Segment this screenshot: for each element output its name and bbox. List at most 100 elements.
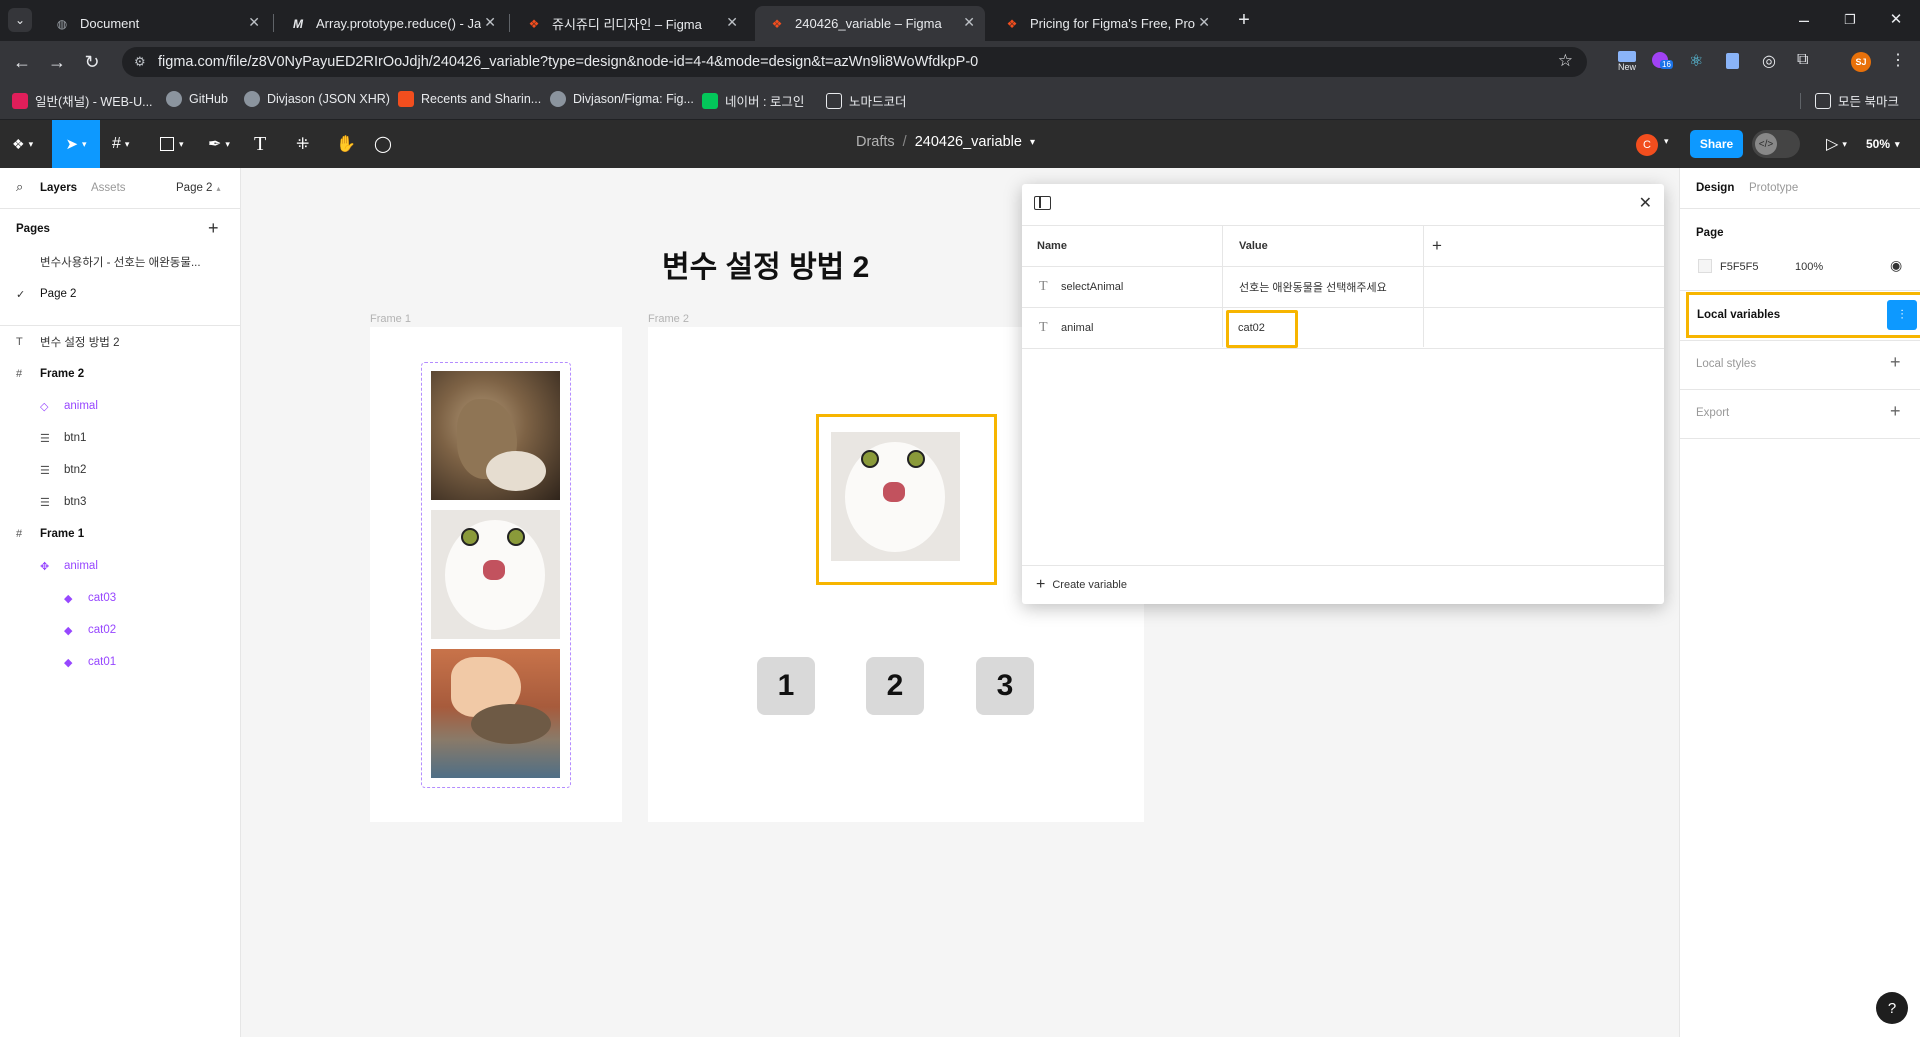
add-export-icon[interactable]: +	[1890, 401, 1901, 422]
frame-1[interactable]	[370, 327, 622, 822]
layer-item[interactable]: ◆ cat02	[0, 614, 240, 646]
close-icon[interactable]: ✕	[248, 14, 260, 31]
zoom-menu[interactable]: 50% ▾	[1866, 132, 1900, 156]
reload-button[interactable]: ↻	[80, 50, 104, 74]
file-name[interactable]: 240426_variable	[915, 134, 1022, 150]
variable-value[interactable]: 선호는 애완동물을 선택해주세요	[1239, 267, 1387, 307]
browser-menu-icon[interactable]: ⋮	[1890, 50, 1906, 70]
extension-new-icon[interactable]: New	[1615, 51, 1639, 73]
layer-item[interactable]: # Frame 2	[0, 358, 240, 390]
help-button[interactable]: ?	[1876, 992, 1908, 1024]
layer-item[interactable]: T 변수 설정 방법 2	[0, 326, 240, 358]
create-variable-button[interactable]: + Create variable	[1036, 576, 1127, 594]
close-icon[interactable]: ✕	[726, 14, 738, 31]
text-tool-icon[interactable]: T	[254, 132, 266, 156]
tab-figma-variable[interactable]: ❖ 240426_variable – Figma ✕	[755, 6, 985, 41]
layer-item[interactable]: ◇ animal	[0, 390, 240, 422]
extension-doc-icon[interactable]	[1726, 53, 1739, 69]
page-color-value[interactable]: F5F5F5	[1720, 261, 1759, 273]
layer-item[interactable]: ☰ btn1	[0, 422, 240, 454]
page-opacity-value[interactable]: 100%	[1795, 261, 1823, 273]
cat03-image[interactable]	[431, 371, 560, 500]
layer-item[interactable]: # Frame 1	[0, 518, 240, 550]
close-icon[interactable]: ✕	[484, 14, 496, 31]
layer-item[interactable]: ◆ cat03	[0, 582, 240, 614]
bookmark-item[interactable]: Divjason/Figma: Fig...	[550, 91, 694, 107]
restore-button[interactable]: ❐	[1838, 8, 1862, 32]
user-avatar[interactable]: C	[1636, 134, 1658, 156]
minimize-button[interactable]: –	[1792, 8, 1816, 32]
bookmark-item[interactable]: Divjason (JSON XHR)	[244, 91, 390, 107]
extension-badge-icon[interactable]: 16	[1652, 52, 1674, 72]
canvas-heading[interactable]: 변수 설정 방법 2	[662, 242, 869, 286]
figma-menu-icon[interactable]: ❖ ▾	[12, 132, 33, 156]
add-mode-icon[interactable]: +	[1432, 226, 1442, 266]
add-style-icon[interactable]: +	[1890, 352, 1901, 373]
url-input[interactable]: ⚙ figma.com/file/z8V0NyPayuED2RIrOoJdjh/…	[122, 47, 1587, 77]
variable-name[interactable]: animal	[1061, 308, 1093, 348]
layer-item[interactable]: ☰ btn3	[0, 486, 240, 518]
page-item[interactable]: ✓ Page 2	[0, 278, 240, 310]
tab-search-button[interactable]: ⌄	[8, 8, 32, 32]
bookmark-item[interactable]: 일반(채널) - WEB-U...	[12, 91, 153, 110]
sidebar-toggle-icon[interactable]	[1034, 196, 1051, 210]
tab-document[interactable]: ◍ Document ✕	[40, 6, 270, 41]
extensions-puzzle-icon[interactable]: ⧉	[1797, 51, 1808, 69]
btn3[interactable]: 3	[976, 657, 1034, 715]
tab-prototype[interactable]: Prototype	[1749, 182, 1798, 194]
tab-layers[interactable]: Layers	[40, 182, 77, 194]
variable-value[interactable]: cat02	[1238, 308, 1265, 348]
close-window-button[interactable]: ✕	[1884, 8, 1908, 32]
bookmark-item[interactable]: 네이버 : 로그인	[702, 91, 804, 110]
layer-item[interactable]: ✥ animal	[0, 550, 240, 582]
close-icon[interactable]: ✕	[963, 14, 975, 31]
bookmark-item[interactable]: 노마드코더	[826, 91, 907, 110]
chevron-down-icon[interactable]: ▾	[1664, 136, 1669, 147]
new-tab-button[interactable]: +	[1232, 8, 1256, 32]
back-button[interactable]: ←	[10, 50, 34, 74]
cat01-image[interactable]	[431, 649, 560, 778]
add-page-icon[interactable]: +	[208, 218, 219, 239]
btn1[interactable]: 1	[757, 657, 815, 715]
layer-item[interactable]: ◆ cat01	[0, 646, 240, 678]
move-tool-button[interactable]: ➤ ▾	[52, 120, 100, 168]
eye-icon[interactable]: ◉	[1890, 257, 1902, 274]
close-icon[interactable]: ✕	[1198, 14, 1210, 31]
frame-tool-icon[interactable]: # ▾	[112, 132, 129, 156]
bookmark-item[interactable]: Recents and Sharin...	[398, 91, 541, 107]
btn2[interactable]: 2	[866, 657, 924, 715]
frame2-label[interactable]: Frame 2	[648, 313, 689, 325]
layers-search-icon[interactable]: ⌕	[16, 179, 23, 195]
cat02-image[interactable]	[431, 510, 560, 639]
animal-instance-image[interactable]	[831, 432, 960, 561]
page-item[interactable]: 변수사용하기 - 선호는 애완동물...	[0, 246, 240, 278]
page-color-swatch[interactable]	[1698, 259, 1712, 273]
tab-design[interactable]: Design	[1696, 182, 1734, 194]
chevron-down-icon[interactable]: ▾	[1030, 137, 1035, 148]
profile-avatar[interactable]: SJ	[1851, 52, 1871, 72]
variable-row[interactable]: T selectAnimal 선호는 애완동물을 선택해주세요	[1022, 267, 1664, 308]
forward-button[interactable]: →	[45, 50, 69, 74]
close-modal-icon[interactable]: ✕	[1639, 193, 1652, 213]
share-button[interactable]: Share	[1690, 130, 1743, 158]
resources-icon[interactable]: ⁜	[296, 132, 309, 156]
react-devtools-icon[interactable]: ⚛	[1689, 51, 1703, 71]
layer-item[interactable]: ☰ btn2	[0, 454, 240, 486]
page-selector[interactable]: Page 2 ▴	[176, 182, 220, 194]
extension-target-icon[interactable]: ◎	[1762, 51, 1776, 71]
tab-figma-redesign[interactable]: ❖ 쥬시쥬디 리디자인 – Figma ✕	[512, 6, 748, 41]
frame1-label[interactable]: Frame 1	[370, 313, 411, 325]
present-icon[interactable]: ▷ ▾	[1826, 132, 1847, 156]
all-bookmarks[interactable]: 모든 북마크	[1815, 91, 1899, 110]
pen-tool-icon[interactable]: ✒ ▾	[208, 132, 230, 156]
bookmark-item[interactable]: GitHub	[166, 91, 228, 107]
open-variables-button[interactable]: ⫶	[1887, 300, 1917, 330]
tab-assets[interactable]: Assets	[91, 182, 126, 194]
site-info-icon[interactable]: ⚙	[134, 54, 146, 70]
comment-tool-icon[interactable]: ◯	[374, 132, 392, 156]
hand-tool-icon[interactable]: ✋	[336, 132, 356, 156]
variable-row[interactable]: T animal cat02	[1022, 308, 1664, 349]
star-icon[interactable]: ☆	[1558, 51, 1573, 71]
tab-array-reduce[interactable]: M Array.prototype.reduce() - Java ✕	[276, 6, 506, 41]
shape-tool-icon[interactable]: ▾	[160, 132, 184, 156]
